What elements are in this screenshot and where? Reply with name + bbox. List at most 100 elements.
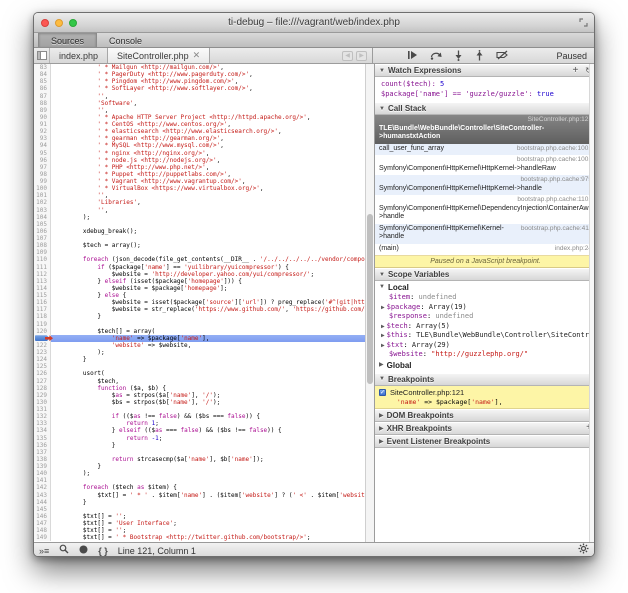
line-number-gutter[interactable]: 139 bbox=[34, 463, 51, 470]
line-number-gutter[interactable]: 100 bbox=[34, 185, 51, 192]
code-editor[interactable]: 83 ' * Mailgun <http://mailgun.com/>',84… bbox=[34, 64, 365, 542]
search-button[interactable] bbox=[59, 544, 69, 558]
line-number-gutter[interactable]: 124 bbox=[34, 356, 51, 363]
xhr-breakpoints-header[interactable]: ▶ XHR Breakpoints + bbox=[375, 422, 595, 435]
title-bar[interactable]: ti-debug – file:///vagrant/web/index.php bbox=[34, 13, 594, 33]
disclosure-triangle-icon[interactable]: ▶ bbox=[381, 342, 385, 349]
line-number-gutter[interactable]: 122 bbox=[34, 342, 51, 349]
disclosure-triangle-icon[interactable]: ▶ bbox=[381, 323, 385, 330]
line-number-gutter[interactable]: 103 bbox=[34, 207, 51, 214]
line-number-gutter[interactable]: 141 bbox=[34, 477, 51, 484]
line-number-gutter[interactable]: 90 bbox=[34, 114, 51, 121]
tab-console[interactable]: Console bbox=[97, 33, 154, 47]
line-number-gutter[interactable]: 148 bbox=[34, 527, 51, 534]
line-number-gutter[interactable]: 114 bbox=[34, 285, 51, 292]
line-number-gutter[interactable]: 117 bbox=[34, 306, 51, 313]
sidebar-scrollbar[interactable] bbox=[589, 64, 595, 542]
disclosure-triangle-icon[interactable]: ▼ bbox=[379, 68, 385, 74]
line-number-gutter[interactable] bbox=[34, 335, 51, 342]
line-number-gutter[interactable]: 119 bbox=[34, 321, 51, 328]
tab-sources[interactable]: Sources bbox=[38, 33, 97, 47]
call-stack-frame[interactable]: bootstrap.php.cache:1101Symfony\Componen… bbox=[375, 195, 595, 224]
toggle-breakpoints-button[interactable] bbox=[496, 50, 509, 61]
line-number-gutter[interactable]: 97 bbox=[34, 164, 51, 171]
toggle-console-drawer-button[interactable]: »≡ bbox=[39, 544, 49, 558]
line-number-gutter[interactable]: 126 bbox=[34, 370, 51, 377]
line-number-gutter[interactable]: 136 bbox=[34, 442, 51, 449]
disclosure-triangle-icon[interactable]: ▶ bbox=[379, 438, 384, 445]
editor-scrollbar-thumb[interactable] bbox=[367, 214, 373, 384]
call-stack-frame[interactable]: index.php:24(main) bbox=[375, 244, 595, 256]
scope-global-row[interactable]: ▶ Global bbox=[375, 360, 595, 371]
dom-breakpoints-header[interactable]: ▶ DOM Breakpoints bbox=[375, 409, 595, 422]
line-number-gutter[interactable]: 149 bbox=[34, 534, 51, 541]
file-tab-sitecontroller-php[interactable]: SiteController.php ✕ bbox=[107, 48, 210, 63]
line-number-gutter[interactable]: 84 bbox=[34, 71, 51, 78]
line-number-gutter[interactable]: 115 bbox=[34, 292, 51, 299]
scope-variable-row[interactable]: ▶$txt: Array(29) bbox=[375, 341, 595, 351]
scope-variable-row[interactable]: ▶$this: TLE\Bundle\WebBundle\Controller\… bbox=[375, 331, 595, 341]
file-tab-index-php[interactable]: index.php bbox=[50, 48, 107, 63]
line-number-gutter[interactable]: 96 bbox=[34, 157, 51, 164]
line-number-gutter[interactable]: 140 bbox=[34, 470, 51, 477]
resize-grip-icon[interactable] bbox=[579, 18, 588, 29]
call-stack-header[interactable]: ▼ Call Stack bbox=[375, 102, 595, 115]
line-number-gutter[interactable]: 120 bbox=[34, 328, 51, 335]
line-number-gutter[interactable]: 88 bbox=[34, 100, 51, 107]
line-number-gutter[interactable]: 110 bbox=[34, 256, 51, 263]
line-number-gutter[interactable]: 134 bbox=[34, 427, 51, 434]
editor-scrollbar[interactable] bbox=[365, 64, 374, 542]
line-number-gutter[interactable]: 85 bbox=[34, 78, 51, 85]
line-number-gutter[interactable]: 131 bbox=[34, 406, 51, 413]
line-number-gutter[interactable]: 129 bbox=[34, 392, 51, 399]
line-number-gutter[interactable]: 112 bbox=[34, 271, 51, 278]
line-number-gutter[interactable]: 83 bbox=[34, 64, 51, 71]
call-stack-frame[interactable]: bootstrap.php.cache:1001Symfony\Componen… bbox=[375, 155, 595, 175]
line-number-gutter[interactable]: 91 bbox=[34, 121, 51, 128]
line-number-gutter[interactable]: 137 bbox=[34, 449, 51, 456]
event-listener-breakpoints-header[interactable]: ▶ Event Listener Breakpoints bbox=[375, 435, 595, 448]
resume-button[interactable] bbox=[407, 50, 418, 61]
line-number-gutter[interactable]: 87 bbox=[34, 93, 51, 100]
breakpoint-entry[interactable]: ✓SiteController.php:121 'name' => $packa… bbox=[375, 386, 595, 409]
watch-expression-row[interactable]: $package['name'] == 'guzzle/guzzle': tru… bbox=[375, 89, 595, 99]
call-stack-frame[interactable]: bootstrap.php.cache:975Symfony\Component… bbox=[375, 175, 595, 195]
next-tab-button[interactable]: ▶ bbox=[356, 51, 367, 61]
line-number-gutter[interactable]: 105 bbox=[34, 221, 51, 228]
line-number-gutter[interactable]: 111 bbox=[34, 264, 51, 271]
disclosure-triangle-icon[interactable]: ▼ bbox=[379, 272, 385, 278]
line-number-gutter[interactable]: 147 bbox=[34, 520, 51, 527]
disclosure-triangle-icon[interactable]: ▶ bbox=[379, 360, 384, 371]
line-number-gutter[interactable]: 143 bbox=[34, 492, 51, 499]
step-out-button[interactable] bbox=[475, 50, 484, 61]
line-number-gutter[interactable]: 93 bbox=[34, 135, 51, 142]
disclosure-triangle-icon[interactable]: ▶ bbox=[381, 332, 385, 339]
line-number-gutter[interactable]: 89 bbox=[34, 107, 51, 114]
show-navigator-button[interactable] bbox=[34, 48, 50, 63]
line-number-gutter[interactable]: 101 bbox=[34, 192, 51, 199]
line-number-gutter[interactable]: 106 bbox=[34, 228, 51, 235]
line-number-gutter[interactable]: 98 bbox=[34, 171, 51, 178]
breakpoints-header[interactable]: ▼ Breakpoints bbox=[375, 373, 595, 386]
line-number-gutter[interactable]: 142 bbox=[34, 484, 51, 491]
close-tab-icon[interactable]: ✕ bbox=[193, 50, 201, 61]
pretty-print-button[interactable]: { } bbox=[98, 544, 108, 558]
scope-local-row[interactable]: ▼ Local bbox=[375, 282, 595, 293]
line-number-gutter[interactable]: 133 bbox=[34, 420, 51, 427]
line-number-gutter[interactable]: 144 bbox=[34, 499, 51, 506]
disclosure-triangle-icon[interactable]: ▶ bbox=[379, 425, 384, 432]
disclosure-triangle-icon[interactable]: ▼ bbox=[379, 106, 385, 112]
disclosure-triangle-icon[interactable]: ▶ bbox=[381, 304, 385, 311]
watch-expression-row[interactable]: count($tech): 5 bbox=[375, 79, 595, 89]
line-number-gutter[interactable]: 113 bbox=[34, 278, 51, 285]
line-number-gutter[interactable]: 108 bbox=[34, 242, 51, 249]
call-stack-frame[interactable]: bootstrap.php.cache:1001call_user_func_a… bbox=[375, 144, 595, 156]
disclosure-triangle-icon[interactable]: ▶ bbox=[379, 412, 384, 419]
line-number-gutter[interactable]: 130 bbox=[34, 399, 51, 406]
scope-variable-row[interactable]: $item: undefined bbox=[375, 293, 595, 303]
scope-variable-row[interactable]: ▶$package: Array(19) bbox=[375, 303, 595, 313]
line-number-gutter[interactable]: 145 bbox=[34, 506, 51, 513]
watch-expressions-header[interactable]: ▼ Watch Expressions + ↻ bbox=[375, 64, 595, 77]
prev-tab-button[interactable]: ◀ bbox=[342, 51, 353, 61]
line-number-gutter[interactable]: 132 bbox=[34, 413, 51, 420]
